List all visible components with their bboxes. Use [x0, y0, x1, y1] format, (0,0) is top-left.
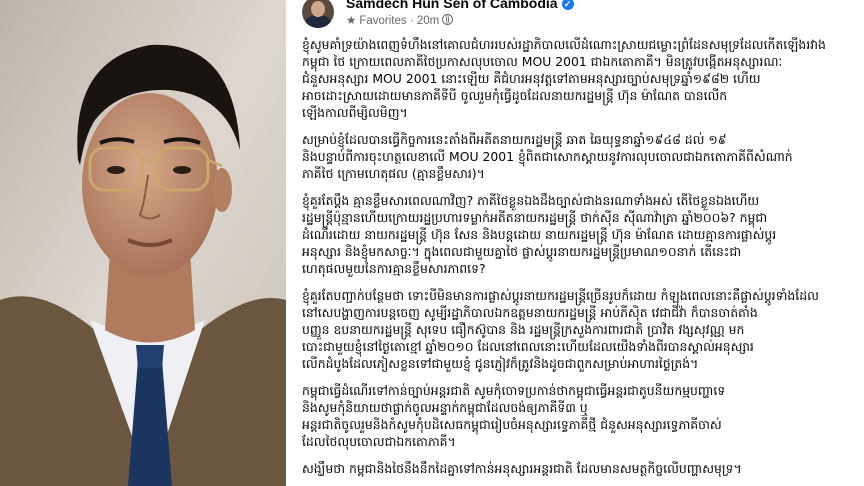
author-name-row[interactable]: Samdech Hun Sen of Cambodia ✓ — [346, 0, 574, 11]
post-text-line: រដ្ឋមន្ត្រីប៉ុន្មានហើយក្រោយរដ្ឋប្រហារទម្… — [302, 210, 768, 225]
portrait-photo — [0, 0, 286, 486]
post-paragraph: ខ្ញុំសូមគាំទ្រយ៉ាងពេញទំហឹងនៅគោលជំហររបស់រ… — [302, 36, 862, 121]
post-text-line: សង្ឃឹមថា កម្ពុជានិងថៃនឹងនឹកដៃគ្នាទៅកាន់អ… — [302, 461, 742, 476]
post-text-line: កម្ពុជាធ្វើដំណើរទៅកាន់ច្បាប់អន្តរជាតិ សូ… — [302, 383, 726, 398]
facebook-post: Samdech Hun Sen of Cambodia ✓ ★ Favorites … — [292, 0, 864, 486]
post-text-line: ដំណើរដោយ នាយករដ្ឋមន្ត្រី ហ៊ុន សែន និងបន្… — [302, 227, 777, 242]
post-paragraph: ខ្ញុំគួរតែប្ដឹង គ្មានខ្លឹមសារពេលណាវិញ? ភ… — [302, 192, 862, 277]
audience-label[interactable]: Favorites — [359, 15, 406, 27]
post-paragraph: សម្រាប់ខ្ញុំដែលបានធ្វើកិច្ចការនេះតាំងពីអ… — [302, 131, 862, 182]
post-text-line: ខ្ញុំគួរតែបញ្ជាក់បន្ថែមថា ទោះបីមិនមានការ… — [302, 288, 819, 303]
post-text-line: និងសូមកុំនិយាយថាផ្លាក់ចូលអន្ទាក់កម្ពុជាដ… — [302, 400, 588, 415]
avatar-face-shape — [311, 1, 325, 17]
post-text-line: ហេតុផលមួយនៃការគ្មានខ្លឹមសារភាពទេ? — [302, 261, 486, 276]
globe-icon — [442, 14, 454, 25]
author-avatar[interactable] — [302, 0, 334, 28]
post-text-line: ជំនួសអនុស្សារ MOU 2001 នោះឡើយ គឺជំហរអនុវ… — [302, 71, 761, 86]
favorites-star-icon: ★ — [346, 15, 357, 27]
post-time[interactable]: 20m — [417, 15, 439, 27]
verified-badge-icon: ✓ — [561, 0, 574, 10]
portrait-image — [0, 0, 286, 486]
post-text-line: ឡើងកាលពីម្សិលមិញ។ — [302, 105, 408, 120]
post-paragraph: សង្ឃឹមថា កម្ពុជានិងថៃនឹងនឹកដៃគ្នាទៅកាន់អ… — [302, 460, 862, 477]
post-text-line: ខ្ញុំសូមគាំទ្រយ៉ាងពេញទំហឹងនៅគោលជំហររបស់រ… — [302, 37, 826, 52]
post-text-line: កម្ពុជា ថៃ ក្រោយពេលភាគីថៃប្រកាសលុបចោល MO… — [302, 54, 783, 69]
meta-separator: · — [409, 15, 414, 27]
post-paragraph: កម្ពុជាធ្វើដំណើរទៅកាន់ច្បាប់អន្តរជាតិ សូ… — [302, 382, 862, 450]
post-text-line: ខ្ញុំគួរតែប្ដឹង គ្មានខ្លឹមសារពេលណាវិញ? ភ… — [302, 193, 760, 208]
post-meta: ★ Favorites · 20m — [346, 13, 454, 27]
post-text-line: នៅសេបង្ហាញការបន្តចេញ សូម្បីរដ្ឋាភិបាលឯកឧ… — [302, 305, 758, 320]
post-body: ខ្ញុំសូមគាំទ្រយ៉ាងពេញទំហឹងនៅគោលជំហររបស់រ… — [302, 36, 862, 486]
post-text-line: ដែលថៃលុបចោលជាឯកតោភាគី។ — [302, 434, 456, 449]
avatar-suit-shape — [305, 16, 331, 28]
post-text-line: បញ្ញួន ឧបនាយករដ្ឋមន្ត្រី សុទេប ធឿកស៊ូបាន… — [302, 322, 745, 337]
post-text-line: អន្តរជាតិចូលរួមនិងកំសូមកុំបដិសេធកម្ពុជារ… — [302, 417, 722, 432]
post-text-line: ភាគីថៃ ក្រោមហេតុផល (គ្មានខ្លឹមសារ)។ — [302, 166, 485, 181]
author-name[interactable]: Samdech Hun Sen of Cambodia — [346, 0, 558, 11]
post-text-line: និងបន្ទាប់ពីការចុះហត្ថលេខាលើ MOU 2001 ខ្… — [302, 149, 793, 164]
post-text-line: សម្រាប់ខ្ញុំដែលបានធ្វើកិច្ចការនេះតាំងពីអ… — [302, 132, 727, 147]
post-text-line: លើកដំបូងដែលភៀសខ្លួនទៅជាមួយខ្ញុំ ជូនភ្ញៀវ… — [302, 356, 699, 371]
post-text-line: អាចដោះស្រាយដោយមានភាគីទីបី ចូលរួមកុំធ្វើដ… — [302, 88, 728, 103]
post-text-line: អនុស្សារ និងខ្ញុំមកសាច្ចៈ។ ក្នុងពេលជាមួយ… — [302, 244, 742, 259]
post-text-line: បោះជាមួយខ្ញុំនៅថ្ងៃតោខ្មៅ ឆ្នាំ២០១០ ដែលន… — [302, 339, 754, 354]
post-paragraph: ខ្ញុំគួរតែបញ្ជាក់បន្ថែមថា ទោះបីមិនមានការ… — [302, 287, 862, 372]
post-header: Samdech Hun Sen of Cambodia ✓ ★ Favorites … — [292, 0, 864, 30]
